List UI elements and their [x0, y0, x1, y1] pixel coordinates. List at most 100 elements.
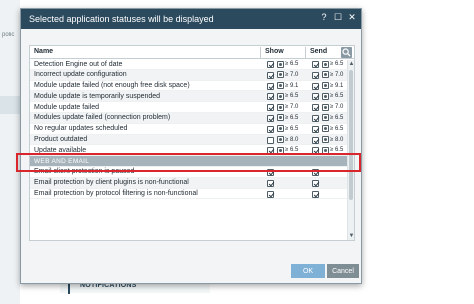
table-section-header: WEB AND EMAIL: [30, 156, 354, 167]
show-checkbox[interactable]: [267, 93, 274, 101]
send-severity-filter[interactable]: ≥ 7.0: [322, 103, 344, 111]
background-fragment-text: polic: [2, 32, 15, 38]
status-filter-dialog: Selected application statuses will be di…: [20, 8, 362, 284]
show-checkbox[interactable]: [267, 71, 274, 79]
show-checkbox[interactable]: [267, 136, 274, 144]
scrollbar-thumb[interactable]: [349, 70, 353, 200]
severity-threshold: ≥ 9.1: [330, 82, 344, 89]
maximize-icon[interactable]: ☐: [333, 12, 343, 23]
send-checkbox[interactable]: [312, 136, 319, 144]
status-name: Email protection by client plugins is no…: [34, 179, 189, 187]
ok-button[interactable]: OK: [291, 264, 325, 278]
show-severity-filter[interactable]: ≥ 9.1: [277, 82, 298, 90]
send-severity-filter[interactable]: ≥ 9.1: [322, 82, 344, 90]
column-divider: [305, 47, 306, 58]
vertical-scrollbar[interactable]: ▲ ▼: [347, 60, 354, 240]
table-row: Incorrect update configuration ≥ 7.0 ≥ 7.0: [30, 69, 354, 81]
show-severity-filter[interactable]: ≥ 6.5: [277, 125, 299, 133]
severity-threshold: ≥ 6.5: [285, 125, 299, 132]
status-name: Module update failed (not enough free di…: [34, 82, 190, 90]
send-checkbox[interactable]: [312, 114, 319, 122]
severity-icon: [322, 92, 329, 100]
severity-threshold: ≥ 7.0: [330, 71, 344, 78]
status-name: Email protection by protocol filtering i…: [34, 190, 198, 198]
show-checkbox[interactable]: [267, 114, 274, 122]
show-checkbox[interactable]: [267, 125, 274, 133]
status-name: Module update is temporarily suspended: [34, 92, 161, 100]
show-checkbox[interactable]: [267, 179, 274, 187]
background-right: [460, 0, 474, 304]
column-header-name[interactable]: Name: [34, 48, 53, 55]
table-body: Detection Engine out of date ≥ 6.5 ≥ 6.5 In…: [30, 59, 354, 200]
table-row: Email protection by protocol filtering i…: [30, 189, 354, 200]
column-header-send[interactable]: Send: [310, 48, 327, 55]
show-severity-filter[interactable]: ≥ 8.0: [277, 136, 299, 144]
severity-threshold: ≥ 6.5: [285, 61, 299, 67]
send-checkbox[interactable]: [312, 61, 319, 68]
send-checkbox[interactable]: [312, 125, 319, 133]
table-row: Module update is temporarily suspended ≥ …: [30, 91, 354, 103]
cancel-button[interactable]: Cancel: [327, 264, 359, 278]
severity-icon: [277, 92, 284, 100]
show-checkbox[interactable]: [267, 61, 274, 68]
chevron-down-icon[interactable]: ▼: [348, 233, 354, 240]
send-checkbox[interactable]: [312, 93, 319, 101]
send-checkbox[interactable]: [312, 147, 319, 155]
table-row: Module update failed ≥ 7.0 ≥ 7.0: [30, 102, 354, 113]
send-checkbox[interactable]: [312, 104, 319, 112]
chevron-up-icon[interactable]: ▲: [348, 61, 354, 68]
send-checkbox[interactable]: [312, 82, 319, 90]
severity-threshold: ≥ 7.0: [285, 71, 299, 78]
severity-threshold: ≥ 6.5: [330, 114, 344, 121]
send-severity-filter[interactable]: ≥ 6.5: [322, 60, 344, 68]
show-severity-filter[interactable]: ≥ 6.5: [277, 60, 299, 68]
status-name: Modules update failed (connection proble…: [34, 114, 171, 122]
send-severity-filter[interactable]: ≥ 6.5: [322, 114, 344, 122]
column-divider: [260, 47, 261, 58]
close-icon[interactable]: ✕: [347, 12, 357, 23]
table-row: Update available ≥ 6.5 ≥ 6.5: [30, 145, 354, 157]
status-name: Module update failed: [34, 103, 99, 111]
status-name: Update available: [34, 146, 87, 154]
show-checkbox[interactable]: [267, 168, 274, 176]
severity-icon: [322, 71, 329, 79]
table-row: Email client protection is paused: [30, 167, 354, 178]
table-row: Product outdated ≥ 8.0 ≥ 8.0: [30, 134, 354, 146]
severity-icon: [277, 71, 284, 79]
severity-threshold: ≥ 6.5: [330, 61, 344, 67]
help-icon[interactable]: ?: [319, 12, 329, 23]
show-severity-filter[interactable]: ≥ 7.0: [277, 103, 299, 111]
status-table: Name Show Send Detection Engine out of d…: [29, 45, 355, 241]
severity-threshold: ≥ 8.0: [330, 136, 344, 143]
send-severity-filter[interactable]: ≥ 6.5: [322, 125, 343, 133]
severity-threshold: ≥ 7.0: [330, 104, 344, 111]
show-checkbox[interactable]: [267, 147, 274, 155]
send-checkbox[interactable]: [312, 168, 319, 176]
severity-icon: [322, 82, 329, 90]
show-checkbox[interactable]: [267, 82, 274, 90]
status-name: Product outdated: [34, 136, 88, 144]
send-severity-filter[interactable]: ≥ 8.0: [322, 136, 344, 144]
table-row: Modules update failed (connection proble…: [30, 112, 354, 124]
table-row: Email protection by client plugins is no…: [30, 177, 354, 189]
send-severity-filter[interactable]: ≥ 7.0: [322, 71, 344, 79]
send-checkbox[interactable]: [312, 71, 319, 79]
show-severity-filter[interactable]: ≥ 6.5: [277, 114, 298, 122]
show-severity-filter[interactable]: ≥ 6.5: [277, 146, 298, 154]
column-header-show[interactable]: Show: [265, 48, 284, 55]
severity-icon: [322, 125, 329, 133]
severity-threshold: ≥ 8.0: [285, 136, 299, 143]
search-icon[interactable]: [341, 47, 352, 58]
severity-icon: [322, 60, 329, 68]
send-severity-filter[interactable]: ≥ 6.5: [322, 92, 344, 100]
severity-threshold: ≥ 7.0: [285, 104, 299, 111]
send-checkbox[interactable]: [312, 179, 319, 187]
show-checkbox[interactable]: [267, 104, 274, 112]
show-severity-filter[interactable]: ≥ 7.0: [277, 71, 299, 79]
send-severity-filter[interactable]: ≥ 6.5: [322, 146, 343, 154]
show-severity-filter[interactable]: ≥ 6.5: [277, 92, 298, 100]
severity-threshold: ≥ 6.5: [330, 93, 344, 100]
show-checkbox[interactable]: [267, 190, 274, 198]
send-checkbox[interactable]: [312, 190, 319, 198]
dialog-title: Selected application statuses will be di…: [29, 14, 214, 24]
